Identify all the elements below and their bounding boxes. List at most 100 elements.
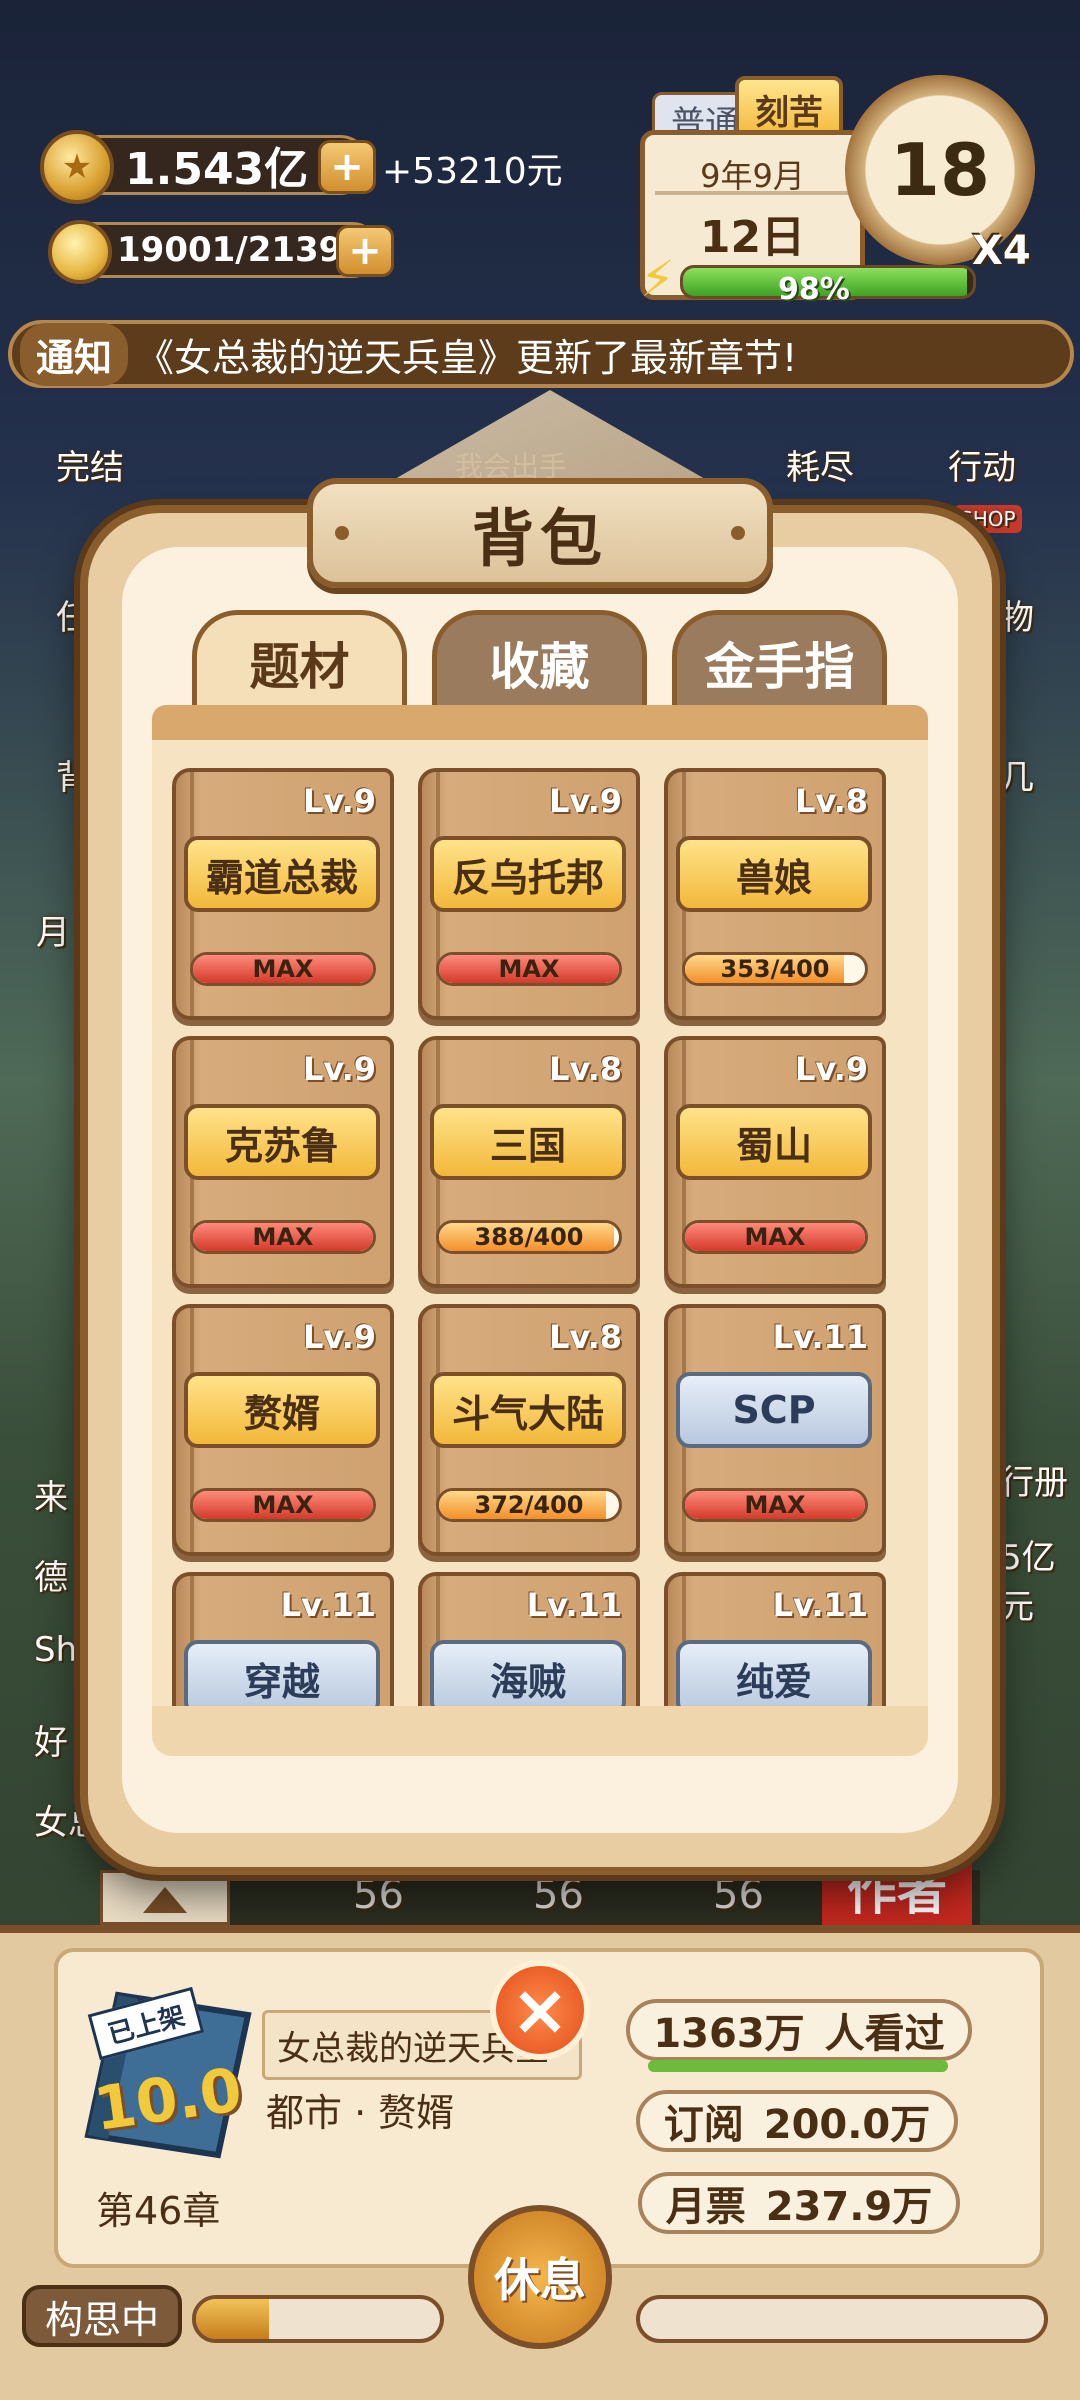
genre-progress-bar: MAX — [190, 1488, 376, 1522]
add-coins-button[interactable]: + — [318, 140, 376, 194]
list-entry-1: 来 — [34, 1478, 68, 1518]
genre-level: Lv.8 — [548, 1318, 622, 1356]
list-entry-3: Sh — [34, 1630, 78, 1670]
genre-progress-text: 353/400 — [720, 955, 830, 983]
genre-card[interactable]: Lv.9 赘婿 MAX — [172, 1304, 394, 1556]
income-text: +53210元 — [382, 151, 563, 192]
genre-progress-bar: MAX — [190, 1220, 376, 1254]
genre-progress-bar: 372/400 — [436, 1488, 622, 1522]
genre-level: Lv.9 — [302, 782, 376, 820]
date-day: 12日 — [699, 212, 806, 263]
genre-level: Lv.8 — [548, 1050, 622, 1088]
genre-progress-bar: MAX — [436, 952, 622, 986]
side-button-finished[interactable]: 完结 — [56, 440, 124, 489]
list-entry-2: 德 — [34, 1558, 68, 1598]
genre-card[interactable]: Lv.11 海贼 — [418, 1572, 640, 1708]
genre-level: Lv.11 — [526, 1586, 622, 1624]
coin-icon: ★ — [40, 130, 114, 204]
genre-progress-bar: MAX — [682, 1220, 868, 1254]
count-3: 56 — [713, 1872, 764, 1918]
bag-title-text: 背包 — [471, 502, 608, 575]
grid-footer-strip — [152, 1706, 928, 1756]
tab-golden-finger[interactable]: 金手指 — [672, 610, 887, 710]
list-entry-4: 好 — [34, 1723, 68, 1763]
notice-tag: 通知 — [20, 322, 129, 386]
speed-multiplier[interactable]: X4 — [972, 228, 1031, 274]
writing-progress-bar — [192, 2295, 444, 2343]
genre-name: SCP — [676, 1372, 872, 1448]
genre-card[interactable]: Lv.11 SCP MAX — [664, 1304, 886, 1556]
genre-progress-text: MAX — [744, 1491, 806, 1519]
genre-level: Lv.8 — [794, 782, 868, 820]
genre-name: 霸道总裁 — [184, 836, 380, 912]
subscriptions-stat: 订阅 200.0万 — [636, 2090, 958, 2152]
genre-grid: Lv.9 霸道总裁 MAX Lv.9 反乌托邦 MAX Lv.8 兽娘 353/400 Lv.9 克… — [152, 740, 928, 1708]
tab-genre-label: 题材 — [249, 637, 350, 696]
notice-bar[interactable]: 通知 《女总裁的逆天兵皇》更新了最新章节! — [8, 320, 1074, 388]
views-label: 人看过 — [824, 2011, 945, 2057]
side-button-action[interactable]: 行动 — [948, 440, 1016, 489]
genre-name: 海贼 — [430, 1640, 626, 1708]
bag-title: 背包 — [307, 478, 773, 588]
monthly-tickets-label: 月票 — [665, 2184, 746, 2230]
genre-level: Lv.11 — [280, 1586, 376, 1624]
book-genre: 都市 · 赘婿 — [266, 2091, 455, 2135]
genre-level: Lv.9 — [302, 1318, 376, 1356]
clock-value: 18 — [889, 128, 991, 212]
genre-card[interactable]: Lv.11 纯爱 — [664, 1572, 886, 1708]
tab-genre[interactable]: 题材 — [192, 610, 407, 710]
genre-progress-text: MAX — [252, 1491, 314, 1519]
add-ideas-button[interactable]: + — [336, 225, 394, 277]
genre-name: 穿越 — [184, 1640, 380, 1708]
genre-level: Lv.9 — [302, 1050, 376, 1088]
genre-level: Lv.11 — [772, 1318, 868, 1356]
genre-progress-text: 388/400 — [474, 1223, 584, 1251]
genre-progress-text: MAX — [252, 1223, 314, 1251]
subscriptions-value: 200.0万 — [763, 2102, 931, 2148]
genre-name: 克苏鲁 — [184, 1104, 380, 1180]
genre-progress-text: MAX — [252, 955, 314, 983]
genre-card[interactable]: Lv.11 穿越 — [172, 1572, 394, 1708]
rest-button-label: 休息 — [494, 2253, 586, 2307]
tab-collection[interactable]: 收藏 — [432, 610, 647, 710]
views-value: 1363万 — [653, 2011, 805, 2057]
genre-card[interactable]: Lv.9 反乌托邦 MAX — [418, 768, 640, 1020]
genre-name: 纯爱 — [676, 1640, 872, 1708]
energy-percent: 98% — [778, 272, 850, 307]
side-button-machine[interactable]: 几 — [1000, 750, 1034, 799]
notice-text: 《女总裁的逆天兵皇》更新了最新章节! — [136, 335, 798, 380]
grid-header-strip — [152, 705, 928, 745]
genre-card[interactable]: Lv.8 斗气大陆 372/400 — [418, 1304, 640, 1556]
rest-button[interactable]: 休息 — [468, 2205, 612, 2349]
monthly-tickets-stat: 月票 237.9万 — [638, 2172, 960, 2234]
views-bar — [648, 2060, 948, 2072]
genre-card[interactable]: Lv.9 霸道总裁 MAX — [172, 768, 394, 1020]
side-button-month[interactable]: 月 — [36, 905, 70, 954]
genre-name: 三国 — [430, 1104, 626, 1180]
count-1: 56 — [353, 1872, 404, 1918]
scroll-up-button[interactable] — [100, 1870, 230, 1925]
monthly-tickets-value: 237.9万 — [765, 2184, 933, 2230]
genre-card[interactable]: Lv.9 蜀山 MAX — [664, 1036, 886, 1288]
subscriptions-label: 订阅 — [663, 2102, 744, 2148]
genre-card[interactable]: Lv.8 兽娘 353/400 — [664, 768, 886, 1020]
genre-progress-text: 372/400 — [474, 1491, 584, 1519]
secondary-progress-bar — [636, 2295, 1048, 2343]
side-button-item[interactable]: 物 — [1000, 590, 1034, 639]
ideas-value: 19001/21399 — [117, 230, 366, 270]
side-button-register[interactable]: 行册 — [1000, 1455, 1068, 1504]
genre-card[interactable]: Lv.8 三国 388/400 — [418, 1036, 640, 1288]
close-button[interactable]: × — [490, 1960, 590, 2060]
genre-progress-bar: 388/400 — [436, 1220, 622, 1254]
genre-progress-bar: MAX — [190, 952, 376, 986]
views-stat: 1363万 人看过 — [626, 1999, 972, 2061]
side-button-exhaust[interactable]: 耗尽 — [786, 440, 854, 489]
genre-name: 反乌托邦 — [430, 836, 626, 912]
side-value: 5亿元 — [1000, 1538, 1056, 1627]
genre-card[interactable]: Lv.9 克苏鲁 MAX — [172, 1036, 394, 1288]
tab-golden-finger-label: 金手指 — [704, 637, 855, 696]
lightbulb-icon — [48, 220, 112, 284]
triangle-up-icon — [143, 1887, 187, 1913]
genre-level: Lv.11 — [772, 1586, 868, 1624]
genre-name: 蜀山 — [676, 1104, 872, 1180]
